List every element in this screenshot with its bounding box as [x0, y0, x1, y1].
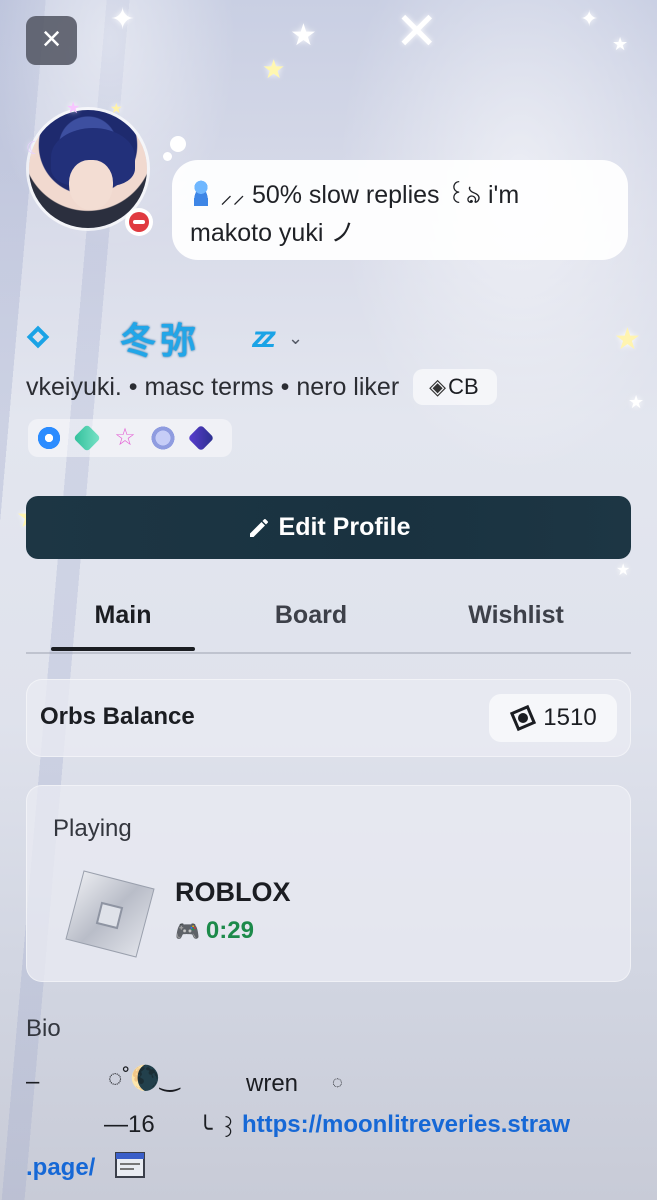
pencil-icon — [249, 518, 268, 537]
bio-text: ◌ — [332, 1072, 343, 1092]
activity-title: Playing — [53, 815, 132, 842]
clan-diamond-icon: ◈ — [429, 374, 447, 399]
tab-wishlist[interactable]: Wishlist — [438, 584, 594, 650]
display-name: 冬弥 — [120, 320, 201, 361]
controller-icon: 🎮 — [175, 920, 200, 943]
bio-text: – — [26, 1068, 40, 1095]
display-name-row: 冬弥 zz ⌄ — [26, 312, 303, 364]
pronouns-text: vkeiyuki. • masc terms • nero liker — [26, 372, 400, 401]
window-icon — [115, 1152, 145, 1178]
quest-badge-icon[interactable]: ☆ — [112, 425, 138, 451]
dnd-status-bar — [133, 220, 145, 224]
star-icon: ✦ — [580, 6, 599, 31]
star-icon: ✕ — [395, 3, 439, 61]
edit-profile-label: Edit Profile — [278, 513, 411, 541]
star-icon: ★ — [612, 34, 629, 54]
edit-profile-button[interactable]: Edit Profile — [26, 496, 631, 559]
tab-main[interactable]: Main — [52, 584, 194, 650]
person-icon — [190, 180, 212, 206]
bio-link[interactable]: https://moonlitreveries.straw — [242, 1111, 570, 1139]
badge-row: ☆ — [28, 419, 232, 457]
orbs-balance-value: 1510 — [543, 704, 597, 731]
bio-text: —16 — [104, 1111, 155, 1138]
orbs-balance-card[interactable]: Orbs Balance 1510 — [26, 679, 631, 757]
orbs-balance-label: Orbs Balance — [40, 703, 195, 730]
clan-tag[interactable]: ◈ CB — [413, 369, 497, 405]
star-icon: ★ — [262, 54, 286, 84]
diamond-icon — [26, 325, 52, 351]
clan-tag-label: CB — [448, 374, 479, 399]
close-icon: × — [41, 20, 62, 58]
status-line-1: ⸝⸝ 50% slow replies ꒰ঌ i'm — [190, 176, 608, 214]
star-icon: ★ — [616, 562, 631, 579]
status-text-1: ⸝⸝ 50% slow replies ꒰ঌ i'm — [220, 181, 520, 209]
custom-status[interactable]: ⸝⸝ 50% slow replies ꒰ঌ i'm makoto yuki ノ — [172, 160, 628, 260]
elapsed-time-value: 0:29 — [205, 917, 254, 944]
orb-icon — [510, 704, 537, 732]
star-icon: ★ — [614, 323, 641, 356]
hype-badge-icon[interactable] — [150, 425, 176, 451]
avatar-face — [69, 160, 113, 210]
bio-text: wren — [246, 1070, 299, 1097]
profile-tabs: Main Board Wishlist — [26, 584, 631, 654]
orb-badge-icon[interactable] — [187, 424, 215, 452]
boost-badge-icon[interactable] — [73, 424, 101, 452]
tab-board[interactable]: Board — [240, 584, 382, 650]
star-icon: ✦ — [110, 3, 136, 36]
nitro-badge-icon[interactable] — [36, 425, 62, 451]
zz-icon: zz — [252, 321, 276, 354]
bio-text: ◌˚🌘‿ — [108, 1065, 180, 1092]
status-bubble-dot — [163, 152, 172, 161]
game-name: ROBLOX — [175, 877, 291, 907]
bio-text: ╰ ꒱ — [198, 1116, 238, 1143]
active-tab-indicator — [51, 647, 195, 651]
bio-title: Bio — [26, 1015, 61, 1042]
close-button[interactable]: × — [26, 16, 77, 65]
roblox-logo-icon — [65, 870, 155, 958]
star-icon: ★ — [290, 19, 317, 52]
profile-tags: vkeiyuki. • masc terms • nero liker ◈ CB — [26, 368, 497, 406]
status-line-2: makoto yuki ノ — [190, 219, 356, 247]
orbs-balance-pill[interactable]: 1510 — [489, 694, 617, 742]
status-bubble-dot — [170, 136, 186, 152]
chevron-down-icon[interactable]: ⌄ — [288, 328, 303, 349]
activity-card[interactable]: Playing ROBLOX 🎮 0:29 — [26, 785, 631, 982]
bio-link-continued[interactable]: .page/ — [26, 1154, 95, 1182]
avatar[interactable]: ★ ★ ☾ — [22, 98, 156, 236]
elapsed-time: 🎮 0:29 — [175, 917, 254, 945]
star-icon: ★ — [628, 392, 645, 412]
